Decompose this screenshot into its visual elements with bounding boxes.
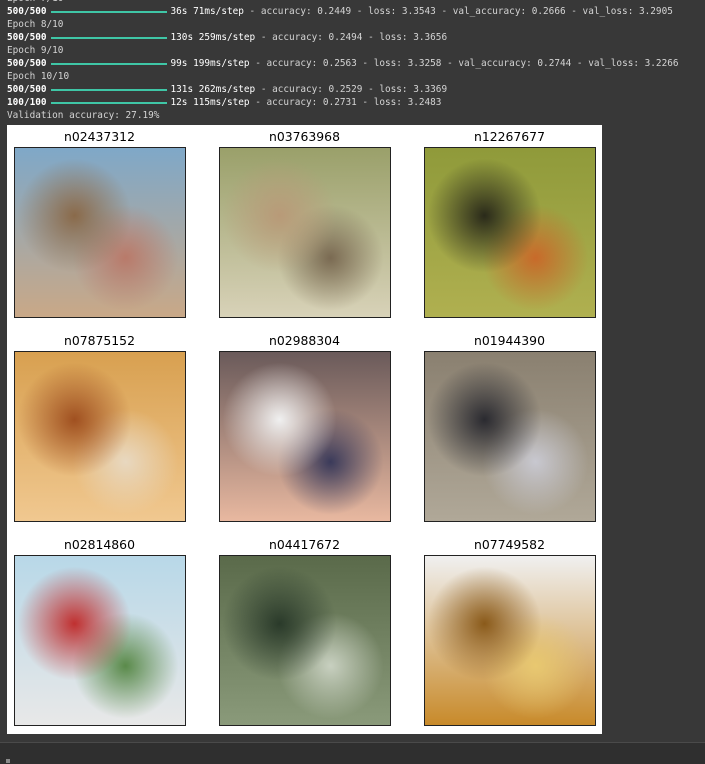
snail-photo xyxy=(424,351,596,522)
class-label: n07875152 xyxy=(64,333,135,348)
step-timing: 130s 259ms/step xyxy=(170,32,256,43)
grid-cell: n04417672 xyxy=(219,533,391,726)
progress-bar xyxy=(50,101,167,104)
class-label: n02437312 xyxy=(64,129,135,144)
class-label: n12267677 xyxy=(474,129,545,144)
camel-photo xyxy=(14,147,186,318)
progress-line: 500/500 131s 262ms/step - accuracy: 0.252… xyxy=(7,83,702,96)
progress-line: 500/500 36s 71ms/step - accuracy: 0.2449 … xyxy=(7,5,702,18)
step-count: 500/500 xyxy=(7,6,47,17)
progress-bar xyxy=(50,10,167,13)
class-label: n01944390 xyxy=(474,333,545,348)
progress-line: 500/500 99s 199ms/step - accuracy: 0.2563… xyxy=(7,57,702,70)
progress-bar xyxy=(50,88,167,91)
notebook-output-area: Epoch 7/10500/50036s 71ms/step - accurac… xyxy=(0,0,705,742)
step-count: 500/500 xyxy=(7,58,47,69)
scroll-indicator-icon xyxy=(6,759,10,763)
log-line: Validation accuracy: 27.19% xyxy=(7,110,160,121)
grid-cell: n02814860 xyxy=(14,533,186,726)
class-label: n02988304 xyxy=(269,333,340,348)
step-timing: 99s 199ms/step xyxy=(170,58,250,69)
metrics-text: - accuracy: 0.2529 - loss: 3.3369 xyxy=(255,84,448,95)
grid-cell: n07749582 xyxy=(424,533,596,726)
step-timing: 131s 262ms/step xyxy=(170,84,256,95)
class-label: n03763968 xyxy=(269,129,340,144)
log-line: Epoch 9/10 xyxy=(7,45,64,56)
grid-cell: n07875152 xyxy=(14,329,186,522)
lemon-photo xyxy=(424,555,596,726)
children-with-cd-photo xyxy=(219,351,391,522)
class-label: n04417672 xyxy=(269,537,340,552)
grid-cell: n02437312 xyxy=(14,125,186,318)
training-log: Epoch 7/10500/50036s 71ms/step - accurac… xyxy=(7,0,702,122)
lighthouse-photo xyxy=(14,555,186,726)
log-line: Epoch 8/10 xyxy=(7,19,64,30)
step-timing: 36s 71ms/step xyxy=(170,6,244,17)
grid-cell: n12267677 xyxy=(424,125,596,318)
progress-bar xyxy=(50,36,167,39)
progress-bar xyxy=(50,62,167,65)
metrics-text: - accuracy: 0.2494 - loss: 3.3656 xyxy=(255,32,448,43)
notebook-footer xyxy=(0,742,705,764)
progress-line: 100/100 12s 115ms/step - accuracy: 0.2731… xyxy=(7,96,702,109)
class-label: n02814860 xyxy=(64,537,135,552)
grid-cell: n01944390 xyxy=(424,329,596,522)
thatch-grass-photo xyxy=(219,555,391,726)
grid-cell: n02988304 xyxy=(219,329,391,522)
step-count: 100/100 xyxy=(7,97,47,108)
step-count: 500/500 xyxy=(7,32,47,43)
progress-line: 500/500 130s 259ms/step - accuracy: 0.249… xyxy=(7,31,702,44)
metrics-text: - accuracy: 0.2449 - loss: 3.3543 - val_… xyxy=(243,6,673,17)
metrics-text: - accuracy: 0.2563 - loss: 3.3258 - val_… xyxy=(249,58,679,69)
metrics-text: - accuracy: 0.2731 - loss: 3.2483 xyxy=(249,97,442,108)
acorn-on-grass-photo xyxy=(424,147,596,318)
grid-cell: n03763968 xyxy=(219,125,391,318)
log-line: Epoch 10/10 xyxy=(7,71,70,82)
step-count: 500/500 xyxy=(7,84,47,95)
soldier-photo xyxy=(219,147,391,318)
image-grid-figure: n02437312 n03763968 n12267677 n07875152 n029… xyxy=(7,125,602,734)
pastry-photo xyxy=(14,351,186,522)
class-label: n07749582 xyxy=(474,537,545,552)
step-timing: 12s 115ms/step xyxy=(170,97,250,108)
